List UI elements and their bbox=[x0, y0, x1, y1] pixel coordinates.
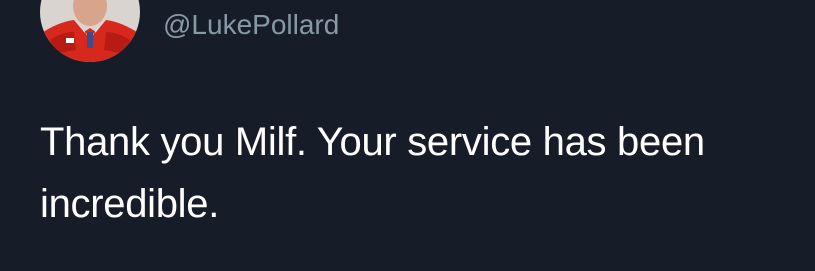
user-handle[interactable]: @LukePollard bbox=[163, 7, 339, 43]
avatar[interactable] bbox=[40, 0, 140, 62]
tweet: @LukePollard Thank you Milf. Your servic… bbox=[0, 0, 815, 271]
tweet-text: Thank you Milf. Your service has been in… bbox=[40, 120, 705, 226]
profile-photo-icon bbox=[40, 0, 140, 62]
